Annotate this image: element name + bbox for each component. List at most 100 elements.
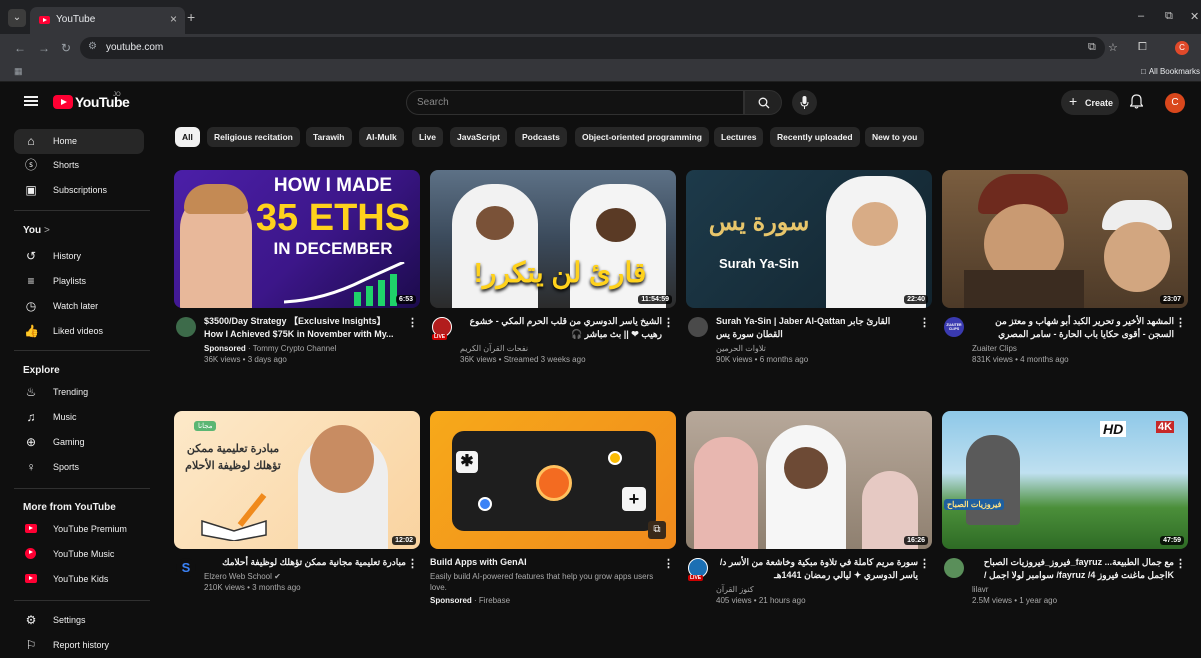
video-card[interactable]: سورة يس Surah Ya-Sin 22:40 Surah Ya-Sin … xyxy=(686,170,932,380)
back-icon[interactable]: ← xyxy=(14,41,26,55)
channel-name[interactable]: lilavr xyxy=(972,584,1174,595)
sidebar-item-youtube-premium[interactable]: YouTube Premium xyxy=(14,517,144,542)
bookmark-star-icon[interactable]: ☆ xyxy=(1108,41,1118,54)
voice-search-button[interactable] xyxy=(792,90,817,115)
video-card[interactable]: HD 4K فيروزيات الصباح 47:59 مع جمال الطب… xyxy=(942,411,1188,621)
channel-avatar[interactable]: ZUAITER CLIPS xyxy=(944,317,964,337)
chip-recently-uploaded[interactable]: Recently uploaded xyxy=(770,127,860,147)
video-thumbnail[interactable]: سورة يس Surah Ya-Sin 22:40 xyxy=(686,170,932,308)
channel-name[interactable]: Elzero Web School ✔ xyxy=(204,571,406,582)
sidebar-item-settings[interactable]: ⚙ Settings xyxy=(14,608,144,633)
notifications-bell-icon[interactable] xyxy=(1130,94,1143,109)
more-options-icon[interactable]: ⋮ xyxy=(407,316,418,329)
search-button[interactable] xyxy=(744,90,782,115)
sidebar-item-trending[interactable]: ♨ Trending xyxy=(14,380,144,405)
chip-al-mulk[interactable]: Al-Mulk xyxy=(359,127,404,147)
close-window-button[interactable]: ✕ xyxy=(1190,10,1199,23)
site-info-icon[interactable]: ⚙ xyxy=(88,41,97,52)
advertiser-name[interactable]: · Firebase xyxy=(472,596,510,605)
video-card[interactable]: 16:26 LIVE سورة مريم كاملة في تلاوة مبكي… xyxy=(686,411,932,621)
chip-new-to-you[interactable]: New to you xyxy=(865,127,925,147)
reload-icon[interactable]: ↻ xyxy=(61,41,71,55)
more-options-icon[interactable]: ⋮ xyxy=(663,557,674,570)
more-options-icon[interactable]: ⋮ xyxy=(1175,316,1186,329)
channel-name[interactable]: Zuaiter Clips xyxy=(972,343,1174,354)
channel-avatar[interactable] xyxy=(688,317,708,337)
video-title[interactable]: سورة مريم كاملة في تلاوة مبكية وخاشعة من… xyxy=(716,556,918,582)
user-avatar[interactable]: C xyxy=(1165,93,1185,113)
menu-icon[interactable] xyxy=(24,96,38,106)
video-title[interactable]: المشهد الأخير و تحرير الكبد أبو شهاب و م… xyxy=(972,315,1174,341)
video-title[interactable]: الشيخ ياسر الدوسري من قلب الحرم المكي - … xyxy=(460,315,662,341)
ad-title[interactable]: Build Apps with GenAI xyxy=(430,556,660,569)
sidebar-item-subscriptions[interactable]: ▣ Subscriptions xyxy=(14,178,144,203)
sidebar-item-music[interactable]: ♫ Music xyxy=(14,405,144,430)
forward-icon[interactable]: → xyxy=(38,41,50,55)
sidebar-item-home[interactable]: ⌂ Home xyxy=(14,129,144,154)
video-card[interactable]: HOW I MADE 35 ETHS IN DECEMBER 6:53 $350… xyxy=(174,170,420,380)
channel-avatar[interactable]: S xyxy=(176,558,196,578)
video-card[interactable]: ✱ + ⧉ Build Apps with GenAI Easily build… xyxy=(430,411,676,621)
apps-grid-icon[interactable]: ▦ xyxy=(14,66,23,77)
chip-tarawih[interactable]: Tarawih xyxy=(306,127,352,147)
chip-lectures[interactable]: Lectures xyxy=(714,127,764,147)
video-card[interactable]: مجانا مبادرة تعليمية ممكن تؤهلك لوظيفة ال… xyxy=(174,411,420,621)
channel-name[interactable]: نفحات القرآن الكريم xyxy=(460,343,662,354)
channel-avatar[interactable] xyxy=(176,317,196,337)
sidebar-item-youtube-kids[interactable]: YouTube Kids xyxy=(14,567,144,592)
video-thumbnail[interactable]: 23:07 xyxy=(942,170,1188,308)
channel-name[interactable]: كنوز القرآن xyxy=(716,584,918,595)
sidebar-you-header[interactable]: You > xyxy=(23,225,50,236)
video-title[interactable]: مع جمال الطبيعة... fayruz_فيروز_فيروزيات… xyxy=(972,556,1174,582)
video-thumbnail[interactable]: مجانا مبادرة تعليمية ممكن تؤهلك لوظيفة ال… xyxy=(174,411,420,549)
external-link-icon[interactable]: ⧉ xyxy=(648,521,666,539)
sidebar-item-liked-videos[interactable]: 👍 Liked videos xyxy=(14,319,144,344)
cast-icon[interactable]: ⧉ xyxy=(1088,41,1096,54)
minimize-button[interactable]: – xyxy=(1138,10,1144,22)
video-card[interactable]: قارئ لن يتكرر! 11:54:59 LIVE الشيخ ياسر … xyxy=(430,170,676,380)
chip-podcasts[interactable]: Podcasts xyxy=(515,127,567,147)
search-input[interactable]: Search xyxy=(406,90,744,115)
create-button[interactable]: + Create xyxy=(1061,90,1119,115)
more-options-icon[interactable]: ⋮ xyxy=(663,316,674,329)
channel-avatar[interactable] xyxy=(944,558,964,578)
all-bookmarks[interactable]: All Bookmarks xyxy=(1141,67,1200,76)
more-options-icon[interactable]: ⋮ xyxy=(407,557,418,570)
video-thumbnail[interactable]: HD 4K فيروزيات الصباح 47:59 xyxy=(942,411,1188,549)
sidebar-item-shorts[interactable]: ⓢ Shorts xyxy=(14,153,144,178)
extensions-icon[interactable]: ⧠ xyxy=(1138,41,1147,54)
browser-profile-avatar[interactable]: C xyxy=(1175,41,1189,55)
address-bar[interactable]: ⚙ youtube.com ⧉ ☆ xyxy=(80,37,1118,59)
sidebar-item-report-history[interactable]: ⚐ Report history xyxy=(14,633,144,658)
new-tab-button[interactable]: + xyxy=(187,9,195,25)
channel-name[interactable]: تلاوات الحرمين xyxy=(716,343,918,354)
video-thumbnail[interactable]: قارئ لن يتكرر! 11:54:59 xyxy=(430,170,676,308)
chip-religious-recitation[interactable]: Religious recitation xyxy=(207,127,300,147)
video-card[interactable]: 23:07 ZUAITER CLIPS المشهد الأخير و تحري… xyxy=(942,170,1188,380)
video-thumbnail[interactable]: 16:26 xyxy=(686,411,932,549)
sidebar-item-watch-later[interactable]: ◷ Watch later xyxy=(14,294,144,319)
sidebar-item-history[interactable]: ↺ History xyxy=(14,244,144,269)
chip-all[interactable]: All xyxy=(175,127,200,147)
sidebar-item-youtube-music[interactable]: YouTube Music xyxy=(14,542,144,567)
video-title[interactable]: مبادرة تعليمية مجانية ممكن تؤهلك لوظيفة … xyxy=(204,556,406,569)
channel-name[interactable]: · Tommy Crypto Channel xyxy=(246,344,336,353)
chip-oop[interactable]: Object-oriented programming xyxy=(575,127,709,147)
tab-close-icon[interactable]: × xyxy=(170,12,177,26)
video-title[interactable]: $3500/Day Strategy 【Exclusive Insights】 … xyxy=(204,315,406,341)
browser-tab[interactable]: YouTube × xyxy=(30,7,185,34)
video-duration: 22:40 xyxy=(904,295,928,304)
restore-button[interactable]: ⧉ xyxy=(1165,10,1173,23)
video-thumbnail[interactable]: ✱ + ⧉ xyxy=(430,411,676,549)
video-thumbnail[interactable]: HOW I MADE 35 ETHS IN DECEMBER 6:53 xyxy=(174,170,420,308)
sidebar-item-gaming[interactable]: ⊕ Gaming xyxy=(14,430,144,455)
sidebar-item-sports[interactable]: ♀ Sports xyxy=(14,455,144,480)
more-options-icon[interactable]: ⋮ xyxy=(1175,557,1186,570)
tab-search-button[interactable]: ⌄ xyxy=(8,9,26,27)
chip-javascript[interactable]: JavaScript xyxy=(450,127,507,147)
sidebar-item-playlists[interactable]: ≡ Playlists xyxy=(14,269,144,294)
more-options-icon[interactable]: ⋮ xyxy=(919,316,930,329)
more-options-icon[interactable]: ⋮ xyxy=(919,557,930,570)
chip-live[interactable]: Live xyxy=(412,127,444,147)
video-title[interactable]: Surah Ya-Sin | Jaber Al-Qattan القارئ جا… xyxy=(716,315,918,341)
